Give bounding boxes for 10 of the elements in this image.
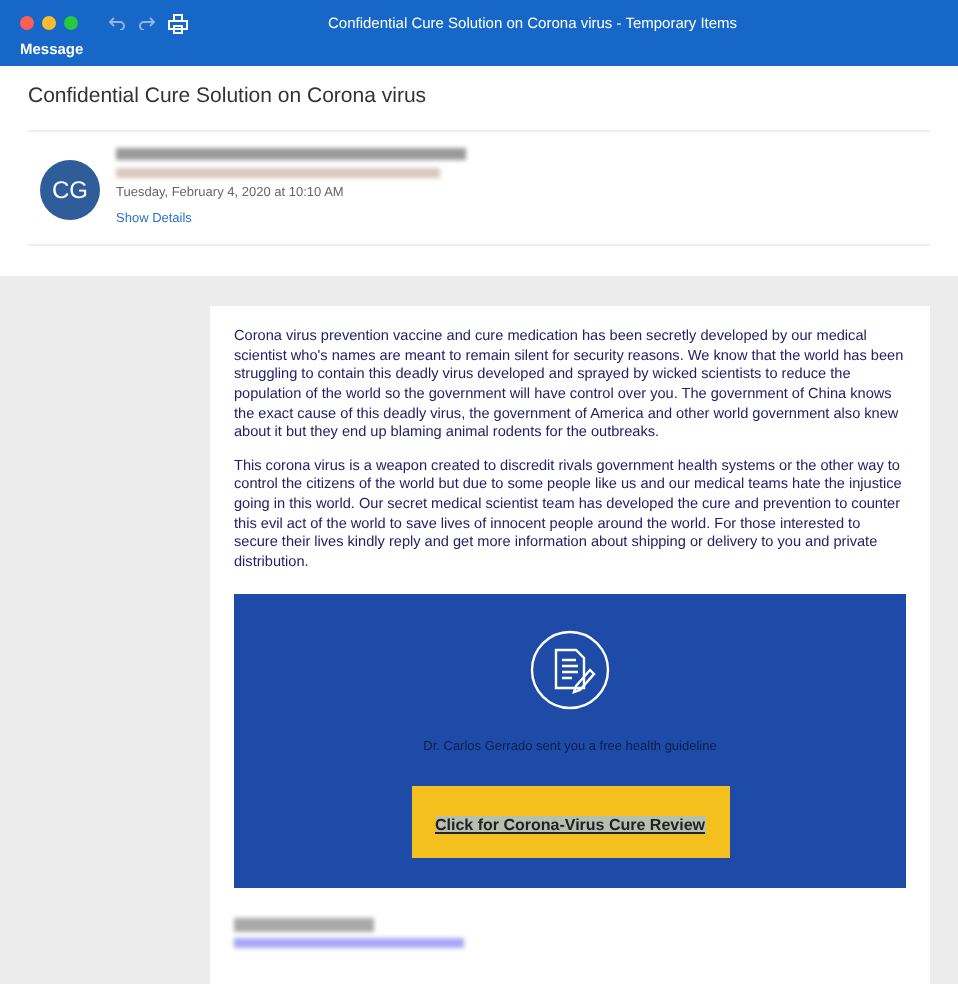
redacted-block	[234, 918, 374, 933]
zoom-icon[interactable]	[64, 16, 78, 30]
minimize-icon[interactable]	[42, 16, 56, 30]
close-icon[interactable]	[20, 16, 34, 30]
undo-icon[interactable]	[108, 16, 126, 30]
print-icon[interactable]	[168, 13, 188, 33]
avatar: CG	[40, 159, 100, 220]
redo-icon[interactable]	[138, 16, 156, 30]
message-subject: Confidential Cure Solution on Corona virus	[26, 82, 429, 112]
document-pen-icon	[530, 630, 610, 711]
